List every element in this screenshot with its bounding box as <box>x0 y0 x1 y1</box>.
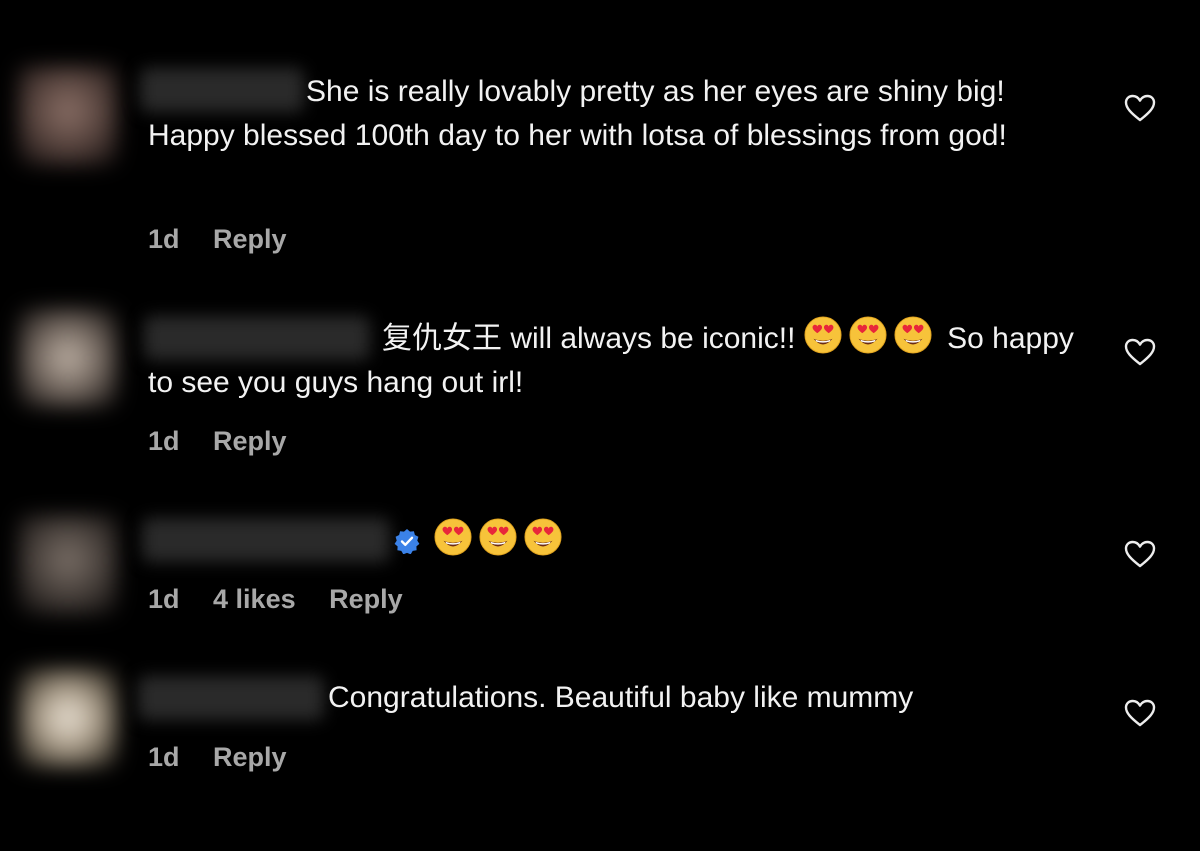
comment-meta: 1d Reply <box>148 224 313 255</box>
comment-meta: 1d 4 likes Reply <box>148 584 429 615</box>
avatar[interactable] <box>18 668 118 768</box>
comment-body-before: 复仇女王 will always be iconic!! <box>382 322 804 355</box>
comment-body: She is really lovably pretty as her eyes… <box>148 75 1007 152</box>
avatar[interactable] <box>18 515 118 615</box>
heart-eyes-emoji <box>894 316 932 354</box>
comment-time: 1d <box>148 426 180 456</box>
comment-text: 复仇女王 will always be iconic!! So happy to… <box>148 316 1078 405</box>
comment-text <box>148 518 1078 563</box>
like-heart-icon[interactable] <box>1124 698 1156 728</box>
comment-time: 1d <box>148 742 180 772</box>
comment-text: She is really lovably pretty as her eyes… <box>148 70 1078 158</box>
heart-eyes-emoji <box>434 518 472 556</box>
heart-eyes-emoji <box>524 518 562 556</box>
heart-eyes-emoji <box>804 316 842 354</box>
comment-time: 1d <box>148 224 180 254</box>
likes-count-button[interactable]: 4 likes <box>213 584 296 614</box>
like-heart-icon[interactable] <box>1124 93 1156 123</box>
comment-time: 1d <box>148 584 180 614</box>
heart-eyes-emoji <box>849 316 887 354</box>
reply-button[interactable]: Reply <box>329 584 403 614</box>
comment-meta: 1d Reply <box>148 426 313 457</box>
verified-badge-icon <box>394 529 420 554</box>
comment-body: Congratulations. Beautiful baby like mum… <box>328 681 914 714</box>
avatar[interactable] <box>18 66 118 166</box>
reply-button[interactable]: Reply <box>213 742 287 772</box>
avatar[interactable] <box>18 308 118 408</box>
like-heart-icon[interactable] <box>1124 337 1156 367</box>
heart-eyes-emoji <box>479 518 517 556</box>
reply-button[interactable]: Reply <box>213 426 287 456</box>
comment-meta: 1d Reply <box>148 742 313 773</box>
comment-text: Congratulations. Beautiful baby like mum… <box>148 676 1078 720</box>
like-heart-icon[interactable] <box>1124 539 1156 569</box>
reply-button[interactable]: Reply <box>213 224 287 254</box>
